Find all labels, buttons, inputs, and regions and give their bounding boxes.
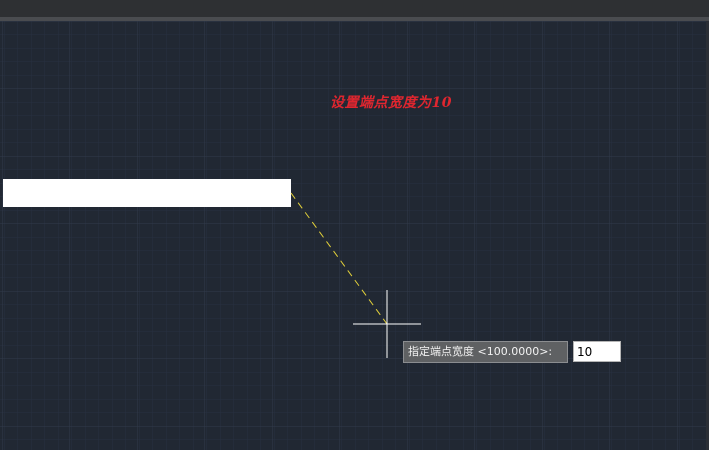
wide-polyline-segment — [3, 179, 291, 207]
grid — [0, 21, 706, 450]
title-bar — [0, 0, 709, 17]
drawing-area[interactable]: 设置端点宽度为10 指定端点宽度 <100.0000>: — [0, 0, 709, 450]
dynamic-input-prompt: 指定端点宽度 <100.0000>: — [403, 341, 568, 363]
instruction-annotation: 设置端点宽度为10 — [330, 95, 452, 111]
model-space-canvas[interactable] — [0, 21, 706, 450]
end-width-input[interactable] — [573, 341, 621, 362]
